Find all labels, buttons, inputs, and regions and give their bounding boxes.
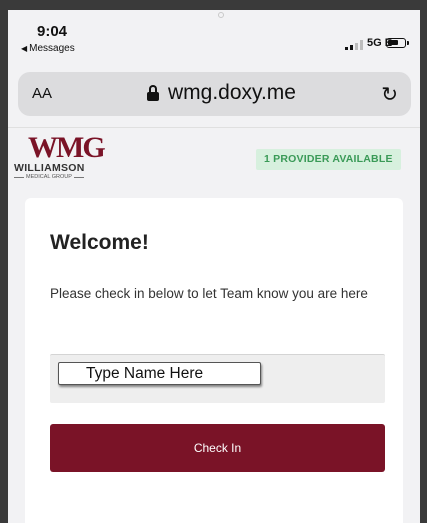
- status-time: 9:04: [37, 23, 68, 40]
- url-display[interactable]: wmg.doxy.me: [146, 81, 296, 105]
- text-size-label: AA: [32, 85, 53, 102]
- back-to-app-link[interactable]: ◀ Messages: [21, 43, 75, 54]
- browser-address-bar[interactable]: AA wmg.doxy.me ↻: [18, 72, 411, 116]
- check-in-button[interactable]: Check In: [50, 424, 385, 472]
- checkin-card: Welcome! Please check in below to let Te…: [25, 198, 403, 523]
- battery-icon: [386, 38, 409, 48]
- lock-icon: [146, 85, 160, 101]
- status-bar: 9:04 ◀ Messages 5G E: [8, 10, 420, 68]
- back-arrow-icon: ◀: [21, 44, 28, 53]
- name-placeholder-callout: Type Name Here: [58, 362, 261, 385]
- checkin-instructions: Please check in below to let Team know y…: [50, 286, 368, 301]
- page-title: Welcome!: [50, 231, 149, 254]
- site-header: WMG WILLIAMSON MEDICAL GROUP 1 PROVIDER …: [8, 127, 420, 190]
- screenshot-frame: 9:04 ◀ Messages 5G E AA wmg.doxy.me ↻ WMG…: [0, 0, 427, 523]
- phone-screen: 9:04 ◀ Messages 5G E AA wmg.doxy.me ↻ WMG…: [8, 10, 420, 523]
- text-size-button[interactable]: AA: [32, 85, 52, 102]
- logo-mark: WMG: [28, 131, 106, 164]
- signal-strength-icon: [345, 40, 363, 50]
- camera-dot-icon: [218, 12, 224, 18]
- provider-availability-badge: 1 PROVIDER AVAILABLE: [256, 149, 401, 170]
- name-input[interactable]: Type Name Here: [50, 354, 385, 403]
- williamson-medical-group-logo: WMG WILLIAMSON MEDICAL GROUP: [14, 131, 118, 181]
- logo-subtitle: MEDICAL GROUP: [14, 174, 118, 180]
- url-text: wmg.doxy.me: [168, 81, 296, 104]
- back-app-label: Messages: [29, 43, 75, 54]
- reload-icon[interactable]: ↻: [381, 82, 398, 107]
